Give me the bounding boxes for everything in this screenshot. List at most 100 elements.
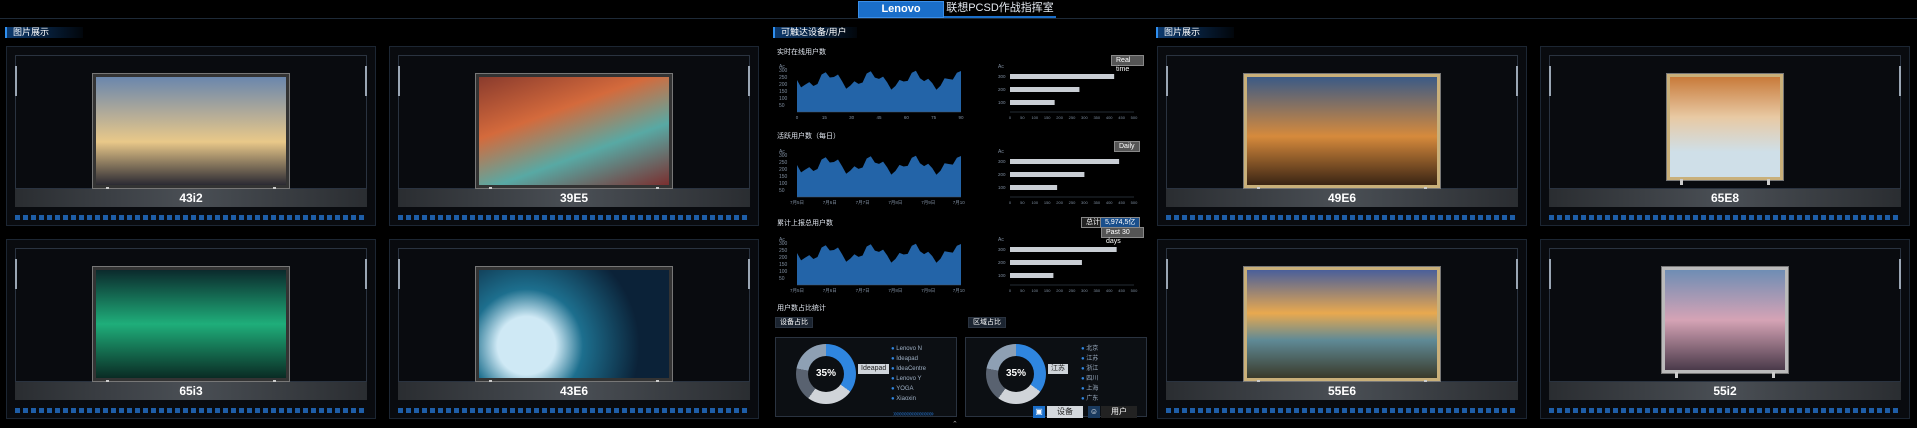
legend-item: Lenovo Y bbox=[891, 374, 926, 384]
x-tick-label: 300 bbox=[1081, 200, 1088, 205]
middle-section-title: 可触达设备/用户 bbox=[773, 27, 857, 38]
card-frame bbox=[1549, 248, 1901, 382]
x-tick-label: 400 bbox=[1106, 115, 1113, 120]
bar bbox=[1010, 100, 1055, 105]
x-tick-label: 250 bbox=[1069, 115, 1076, 120]
y-tick-label: 300 bbox=[779, 241, 788, 247]
bar-category-label: 200 bbox=[998, 260, 1006, 265]
product-label: 55i2 bbox=[1549, 382, 1901, 400]
right-section-title: 图片展示 bbox=[1156, 27, 1234, 38]
product-card[interactable]: 55i2 bbox=[1540, 239, 1910, 419]
product-card[interactable]: 55E6 bbox=[1157, 239, 1527, 419]
middle-panel: 可触达设备/用户 实时在线用户数 Real time Ac 300 250 200 15… bbox=[773, 27, 1147, 421]
bar-category-label: 300 bbox=[998, 74, 1006, 79]
product-card[interactable]: 65E8 bbox=[1540, 46, 1910, 226]
product-card[interactable]: 39E5 bbox=[389, 46, 759, 226]
user-icon: ☺ bbox=[1088, 406, 1100, 418]
product-card[interactable]: 49E6 bbox=[1157, 46, 1527, 226]
tv-image bbox=[1662, 267, 1788, 378]
card-frame bbox=[15, 248, 367, 386]
tab-lenovo[interactable]: Lenovo bbox=[858, 1, 944, 18]
product-label: 39E5 bbox=[398, 189, 750, 207]
product-label: 43E6 bbox=[398, 382, 750, 400]
product-card[interactable]: 65i3 bbox=[6, 239, 376, 419]
x-tick-label: 100 bbox=[1031, 288, 1038, 293]
bar-category-label: 100 bbox=[998, 273, 1006, 278]
x-tick-label: 350 bbox=[1093, 288, 1100, 293]
product-card[interactable]: 43i2 bbox=[6, 46, 376, 226]
legend-item: Xiaoxin bbox=[891, 394, 926, 404]
bar-category-label: 300 bbox=[998, 247, 1006, 252]
y-tick-label: 100 bbox=[779, 269, 788, 275]
product-label: 55E6 bbox=[1166, 382, 1518, 400]
bar bbox=[1010, 273, 1054, 278]
x-tick-label: 250 bbox=[1069, 200, 1076, 205]
card-progress-dots bbox=[1166, 408, 1518, 413]
y-tick-label: 250 bbox=[779, 248, 788, 254]
share-title: 用户数占比统计 bbox=[777, 305, 826, 312]
legend-item: 江苏 bbox=[1081, 354, 1098, 364]
region-callout: 江苏 bbox=[1048, 364, 1068, 374]
y-tick-label: 100 bbox=[779, 181, 788, 187]
card-frame bbox=[1549, 55, 1901, 189]
x-tick-label: 7月8日 bbox=[888, 200, 902, 206]
x-tick-label: 90 bbox=[958, 115, 964, 120]
card-progress-dots bbox=[1166, 215, 1518, 220]
tv-image bbox=[476, 74, 672, 193]
region-donut-chart: 35% bbox=[986, 344, 1046, 404]
x-tick-label: 450 bbox=[1118, 115, 1125, 120]
axis-label: Ac bbox=[998, 149, 1004, 155]
region-share-title[interactable]: 区域占比 bbox=[968, 317, 1006, 328]
bar bbox=[1010, 74, 1115, 79]
x-tick-label: 300 bbox=[1081, 115, 1088, 120]
region-share-percent: 35% bbox=[998, 356, 1034, 392]
axis-label: Ac bbox=[998, 64, 1004, 70]
x-tick-label: 7月9日 bbox=[921, 200, 935, 206]
x-tick-label: 0 bbox=[1009, 115, 1012, 120]
y-tick-label: 250 bbox=[779, 160, 788, 166]
device-share-panel: 35% Ideapad Lenovo N Ideapad IdeaCentre … bbox=[775, 337, 957, 417]
user-toggle-button[interactable]: 用户 bbox=[1101, 406, 1137, 418]
card-progress-dots bbox=[1549, 215, 1901, 220]
bar bbox=[1010, 87, 1080, 92]
region-share-panel: 35% 江苏 北京 江苏 浙江 四川 上海 广东 bbox=[965, 337, 1147, 417]
x-tick-label: 200 bbox=[1056, 115, 1063, 120]
tab-command-center[interactable]: 联想PCSD作战指挥室 bbox=[944, 1, 1056, 18]
device-legend: Lenovo N Ideapad IdeaCentre Lenovo Y YOG… bbox=[891, 344, 926, 404]
daily-area-chart: Ac300250200150100507月5日 7月6日 7月7日 7月8日 7月9日 7… bbox=[779, 149, 965, 206]
card-progress-dots bbox=[15, 408, 367, 413]
total-bar-chart: Ac 300 200 100 0 50 100 150 200 250 300 350 400 450 50… bbox=[998, 237, 1138, 293]
axis-label: Ac bbox=[998, 237, 1004, 243]
card-frame bbox=[1166, 55, 1518, 193]
x-tick-label: 75 bbox=[931, 115, 937, 120]
bar-category-label: 100 bbox=[998, 185, 1006, 190]
y-tick-label: 300 bbox=[779, 153, 788, 159]
x-tick-label: 7月10日 bbox=[953, 288, 965, 294]
legend-item: 上海 bbox=[1081, 384, 1098, 394]
card-frame bbox=[15, 55, 367, 193]
device-toggle-button[interactable]: 设备 bbox=[1047, 406, 1083, 418]
tv-image bbox=[93, 74, 289, 193]
bar-category-label: 200 bbox=[998, 172, 1006, 177]
x-tick-label: 7月7日 bbox=[856, 200, 870, 206]
x-tick-label: 450 bbox=[1118, 200, 1125, 205]
y-tick-label: 50 bbox=[779, 276, 785, 282]
footer-bar: ›››››››››››››››››››››››› ▣ 设备 ☺ 用户 bbox=[773, 406, 1144, 420]
realtime-bar-chart: Ac 300 200 100 0 50 100 150 200 250 300 350 400 450 50… bbox=[998, 64, 1138, 120]
product-label: 65i3 bbox=[15, 382, 367, 400]
x-tick-label: 15 bbox=[822, 115, 828, 120]
x-tick-label: 500 bbox=[1131, 200, 1138, 205]
top-navigation: Lenovo 联想PCSD作战指挥室 bbox=[0, 0, 1917, 19]
device-share-title[interactable]: 设备占比 bbox=[775, 317, 813, 328]
tv-image bbox=[476, 267, 672, 386]
legend-item: 浙江 bbox=[1081, 364, 1098, 374]
x-tick-label: 400 bbox=[1106, 288, 1113, 293]
product-card[interactable]: 43E6 bbox=[389, 239, 759, 419]
x-tick-label: 500 bbox=[1131, 115, 1138, 120]
card-progress-dots bbox=[15, 215, 367, 220]
x-tick-label: 400 bbox=[1106, 200, 1113, 205]
x-tick-label: 50 bbox=[1020, 115, 1025, 120]
x-tick-label: 50 bbox=[1020, 200, 1025, 205]
card-progress-dots bbox=[398, 408, 750, 413]
product-label: 43i2 bbox=[15, 189, 367, 207]
